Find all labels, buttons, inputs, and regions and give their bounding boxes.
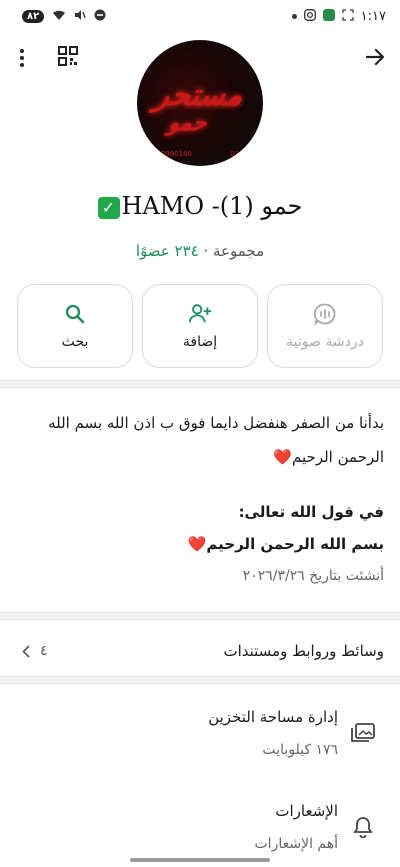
group-name: ✓ HAMO -(1) حمو — [0, 192, 400, 220]
add-person-icon — [188, 302, 212, 326]
search-icon — [63, 302, 87, 326]
avatar-phone-right: 011163 — [230, 150, 257, 158]
media-count: ٤ — [40, 643, 48, 659]
wifi-icon — [52, 9, 66, 23]
group-type-label: مجموعة · — [198, 242, 265, 260]
section-divider — [0, 676, 400, 684]
notifications-value: أهم الإشعارات — [254, 836, 339, 852]
section-divider — [0, 380, 400, 388]
instagram-icon — [303, 9, 316, 23]
home-indicator[interactable] — [130, 858, 270, 862]
bell-icon — [350, 814, 376, 840]
battery-indicator: ٨٢ — [22, 9, 45, 23]
clock: ١:١٧ — [360, 8, 386, 24]
check-mark-icon: ✓ — [97, 196, 120, 219]
group-description: بدأنا من الصفر هنفضل دايما فوق ب اذن الل… — [16, 406, 384, 474]
avatar-logo-text: مستحر — [151, 78, 246, 113]
more-options-button[interactable] — [12, 46, 32, 70]
add-member-button[interactable]: إضافة — [142, 284, 258, 368]
action-buttons: بحث إضافة دردشة صوتية — [17, 284, 383, 368]
media-label: وسائط وروابط ومستندات — [223, 642, 384, 660]
group-name-prefix: HAMO -(1) — [121, 192, 254, 220]
avatar-logo-text-2: حمو — [166, 110, 209, 136]
arrow-right-icon — [365, 48, 385, 66]
search-button[interactable]: بحث — [17, 284, 133, 368]
media-links-docs-row[interactable]: ٤ وسائط وروابط ومستندات — [0, 626, 400, 676]
voice-chat-button-label: دردشة صوتية — [286, 334, 364, 350]
screenshot-icon — [342, 9, 354, 23]
voice-chat-button[interactable]: دردشة صوتية — [267, 284, 383, 368]
storage-icon — [350, 720, 376, 746]
chevron-left-icon — [22, 644, 30, 658]
group-avatar[interactable]: مستحر حمو 01130990180 011163 — [137, 40, 263, 166]
app-notification-icon — [322, 9, 335, 23]
heart-emoji: ❤️ — [273, 448, 293, 466]
notification-dot-icon — [291, 13, 297, 19]
status-bar: ٨٢ ١:١٧ — [0, 0, 400, 32]
search-button-label: بحث — [61, 334, 89, 350]
manage-storage-value: ١٧٦ كيلوبايت — [262, 742, 338, 758]
notifications-label: الإشعارات — [275, 802, 338, 820]
more-vertical-icon — [20, 49, 24, 67]
mute-icon — [74, 9, 86, 23]
voice-chat-icon — [313, 302, 337, 326]
section-divider — [0, 612, 400, 620]
description-quote: في قول الله تعالى: بسم الله الرحمن الرحي… — [16, 496, 384, 560]
manage-storage-row[interactable]: إدارة مساحة التخزين ١٧٦ كيلوبايت — [0, 700, 400, 770]
notifications-row[interactable]: الإشعارات أهم الإشعارات — [0, 794, 400, 864]
quote-line-1: في قول الله تعالى: — [238, 503, 384, 521]
back-button[interactable] — [362, 44, 388, 70]
add-member-button-label: إضافة — [182, 334, 218, 350]
qr-code-button[interactable] — [56, 44, 80, 68]
manage-storage-label: إدارة مساحة التخزين — [208, 708, 338, 726]
heart-emoji-2: ❤️ — [187, 535, 207, 553]
group-members-info: مجموعة · ٢٣٤ عضوًا — [0, 242, 400, 260]
group-name-suffix: حمو — [253, 192, 303, 220]
created-date: أنشئت بتاريخ ٢٠٢٦/٣/٢٦ — [242, 568, 384, 584]
avatar-phone-strip: 01130990180 011163 — [143, 150, 257, 158]
do-not-disturb-icon — [94, 9, 106, 23]
media-count-group: ٤ — [22, 643, 48, 659]
members-count-link[interactable]: ٢٣٤ عضوًا — [136, 242, 199, 260]
description-text: بدأنا من الصفر هنفضل دايما فوق ب اذن الل… — [48, 414, 384, 466]
avatar-phone-left: 01130990180 — [143, 150, 192, 158]
quote-line-2: بسم الله الرحمن الرحيم — [206, 535, 384, 553]
qr-code-icon — [58, 46, 78, 66]
